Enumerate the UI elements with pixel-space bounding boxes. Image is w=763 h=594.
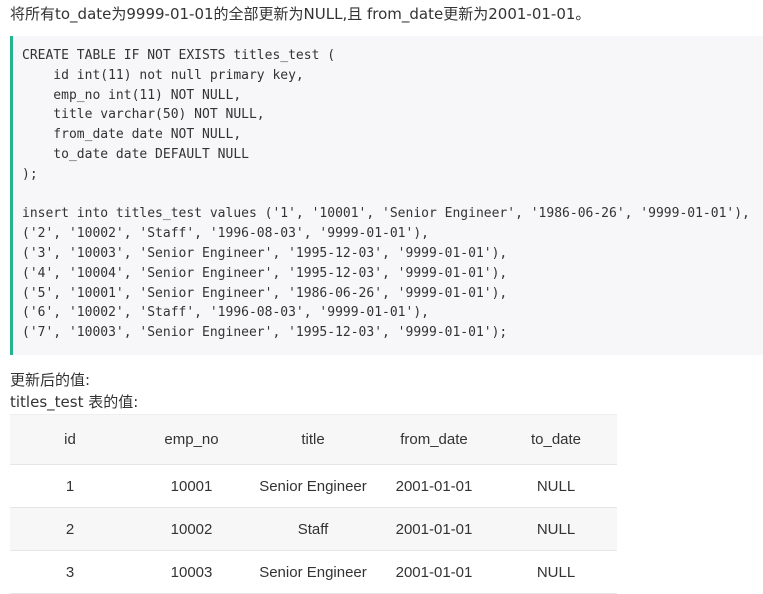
code-line: ('7', '10003', 'Senior Engineer', '1995-… xyxy=(22,325,508,341)
table-header-row: id emp_no title from_date to_date xyxy=(10,414,617,465)
cell-title: Senior Engineer xyxy=(259,563,367,581)
code-line: from_date date NOT NULL, xyxy=(22,127,242,143)
code-line: emp_no int(11) NOT NULL, xyxy=(22,87,242,103)
problem-description: 将所有to_date为9999-01-01的全部更新为NULL,且 from_d… xyxy=(10,5,591,23)
cell-from-date: 2001-01-01 xyxy=(395,520,473,538)
column-header-emp-no: emp_no xyxy=(130,414,253,465)
table-row: 1 10001 Senior Engineer 2001-01-01 NULL xyxy=(10,464,617,508)
cell-id: 3 xyxy=(65,563,75,581)
result-table: id emp_no title from_date to_date 1 1000… xyxy=(10,414,617,594)
cell-id: 1 xyxy=(65,477,75,495)
column-header-from-date: from_date xyxy=(373,414,495,465)
cell-title: Senior Engineer xyxy=(259,477,367,495)
updated-values-label: 更新后的值: xyxy=(10,371,91,389)
code-line: title varchar(50) NOT NULL, xyxy=(22,107,265,123)
cell-emp-no: 10002 xyxy=(170,520,213,538)
sql-code-block: CREATE TABLE IF NOT EXISTS titles_test (… xyxy=(10,36,763,355)
table-name-label: titles_test 表的值: xyxy=(10,393,139,411)
code-line: CREATE TABLE IF NOT EXISTS titles_test ( xyxy=(22,48,336,63)
cell-title: Staff xyxy=(297,520,329,538)
code-line: ('3', '10003', 'Senior Engineer', '1995-… xyxy=(22,245,508,261)
cell-id: 2 xyxy=(65,520,75,538)
table-row: 2 10002 Staff 2001-01-01 NULL xyxy=(10,507,617,551)
code-line: ('6', '10002', 'Staff', '1996-08-03', '9… xyxy=(22,305,429,321)
code-line: ('2', '10002', 'Staff', '1996-08-03', '9… xyxy=(22,226,429,242)
code-line: id int(11) not null primary key, xyxy=(22,67,304,83)
code-line: ); xyxy=(22,166,38,182)
cell-emp-no: 10001 xyxy=(170,477,213,495)
column-header-to-date: to_date xyxy=(495,414,617,465)
cell-to-date: NULL xyxy=(536,477,576,495)
column-header-title: title xyxy=(253,414,373,465)
code-line: ('4', '10004', 'Senior Engineer', '1995-… xyxy=(22,265,508,281)
cell-to-date: NULL xyxy=(536,520,576,538)
cell-to-date: NULL xyxy=(536,563,576,581)
table-row: 3 10003 Senior Engineer 2001-01-01 NULL xyxy=(10,550,617,594)
code-line: insert into titles_test values ('1', '10… xyxy=(22,206,750,222)
code-line: to_date date DEFAULT NULL xyxy=(22,146,249,162)
code-line: ('5', '10001', 'Senior Engineer', '1986-… xyxy=(22,285,508,301)
cell-emp-no: 10003 xyxy=(170,563,213,581)
cell-from-date: 2001-01-01 xyxy=(395,477,473,495)
cell-from-date: 2001-01-01 xyxy=(395,563,473,581)
column-header-id: id xyxy=(10,414,130,465)
